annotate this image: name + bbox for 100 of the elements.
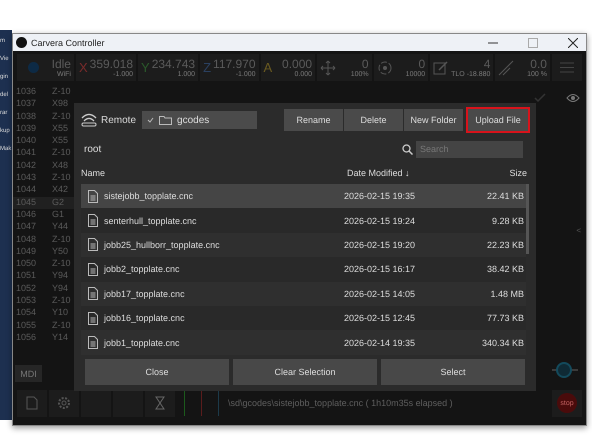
menu-button[interactable] [552, 54, 582, 81]
search-icon [402, 144, 413, 154]
file-path-text: \sd\gcodes\sistejobb_topplate.cnc ( 1h10m35s elapsed ) [228, 398, 453, 408]
line-number: 1046 [16, 208, 36, 221]
action-button[interactable]: New Folder [404, 109, 463, 131]
menu-icon [560, 62, 574, 73]
document-icon [88, 190, 98, 203]
column-header[interactable]: Date Modified ↓ [347, 168, 467, 178]
slider-thumb[interactable] [556, 362, 572, 378]
code-text: Z-10 [52, 258, 71, 270]
column-header[interactable]: Name [81, 168, 347, 178]
dialog-button[interactable]: Select [381, 359, 525, 385]
document-icon [88, 287, 98, 300]
axis-label: Z [203, 60, 212, 75]
file-row[interactable]: jobb17_topplate.cnc 2026-02-15 14:05 1.48 MB [81, 282, 526, 306]
action-button[interactable]: Delete [344, 109, 403, 131]
code-text: Y14 [52, 332, 68, 344]
file-name: jobb2_topplate.cnc [104, 264, 180, 274]
file-size: 38.42 KB [486, 264, 524, 274]
close-icon[interactable] [568, 38, 578, 48]
code-text: Y10 [52, 307, 68, 320]
remote-toggle[interactable]: Remote [81, 113, 136, 127]
line-number: 1052 [16, 282, 36, 295]
status-value: Idle [52, 56, 71, 70]
code-text: Z-10 [52, 320, 71, 332]
file-name: sistejobb_topplate.cnc [104, 191, 194, 202]
code-text: Y44 [52, 221, 68, 234]
file-row[interactable]: sistejobb_topplate.cnc 2026-02-15 19:35 22.41 KB [81, 184, 526, 208]
spindle-icon[interactable] [376, 60, 393, 76]
file-name: jobb17_topplate.cnc [104, 288, 185, 299]
status-value: 4 [484, 56, 490, 70]
document-icon [88, 238, 98, 252]
file-date: 2026-02-15 12:45 [344, 313, 416, 324]
code-text: X55 [52, 122, 68, 135]
eye-icon[interactable] [566, 93, 580, 103]
folder-icon [159, 115, 172, 125]
axis-label: X [78, 60, 88, 75]
status-value: 0.0 [530, 56, 547, 70]
line-number: 1050 [16, 258, 36, 270]
logo-icon [16, 37, 27, 48]
status-indicator-icon [28, 62, 39, 73]
code-text: Y94 [52, 282, 68, 295]
window-title: Carvera Controller [31, 38, 105, 48]
code-text: Z-10 [52, 295, 71, 308]
file-date: 2026-02-15 16:17 [344, 264, 416, 274]
check-icon [147, 117, 154, 123]
line-number: 1040 [16, 135, 36, 148]
code-text: X98 [52, 98, 68, 110]
file-name: jobb1_topplate.cnc [104, 338, 180, 348]
file-size: 22.41 KB [486, 191, 524, 202]
column-header[interactable]: Size [467, 168, 527, 178]
check-icon[interactable] [534, 93, 546, 103]
file-date: 2026-02-15 19:24 [344, 216, 416, 226]
action-button[interactable]: Upload File [466, 107, 530, 133]
tool-icon[interactable] [433, 60, 450, 76]
file-size: 9.28 KB [490, 216, 524, 226]
axis-label: A [264, 60, 272, 75]
document-icon [88, 214, 98, 228]
maximize-icon[interactable] [528, 38, 538, 48]
code-text: Z-10 [52, 110, 71, 123]
status-value: 234.743 [152, 56, 196, 70]
code-text: Y94 [52, 270, 68, 282]
line-number: 1051 [16, 270, 36, 282]
line-number: 1043 [16, 172, 36, 184]
move-arrows-icon[interactable] [320, 60, 336, 76]
line-number: 1045 [16, 196, 36, 209]
dialog-button[interactable]: Close [85, 359, 229, 385]
laser-icon[interactable] [498, 60, 514, 76]
status-value: 117.970 [213, 56, 256, 70]
line-number: 1053 [16, 295, 36, 308]
file-size: 1.48 MB [489, 288, 524, 299]
file-icon[interactable] [17, 390, 47, 416]
folder-dropdown[interactable]: gcodes [142, 111, 258, 129]
scrollbar[interactable] [526, 184, 529, 254]
status-value: 0 [418, 56, 426, 70]
line-number: 1038 [16, 110, 36, 123]
line-number: 1037 [16, 98, 36, 110]
file-row[interactable]: jobb1_topplate.cnc 2026-02-14 19:35 340.34 KB [81, 330, 526, 355]
status-value: 359.018 [90, 56, 134, 70]
dialog-button[interactable]: Clear Selection [233, 359, 377, 385]
file-name: jobb25_hullborr_topplate.cnc [104, 240, 220, 250]
line-number: 1049 [16, 246, 36, 258]
line-number: 1055 [16, 320, 36, 332]
code-text: G2 [52, 196, 64, 209]
line-number: 1036 [16, 86, 36, 98]
settings-icon[interactable] [49, 390, 79, 416]
code-text: Z-10 [52, 86, 71, 98]
action-button[interactable]: Rename [284, 109, 343, 131]
file-row[interactable]: jobb25_hullborr_topplate.cnc 2026-02-15 19:20 22.23 KB [81, 232, 526, 258]
code-text: G1 [52, 208, 64, 221]
hourglass-icon[interactable] [145, 390, 175, 416]
document-icon [88, 312, 98, 325]
file-size: 22.23 KB [486, 240, 524, 250]
line-number: 1054 [16, 307, 36, 320]
file-name: jobb16_topplate.cnc [104, 313, 185, 324]
folder-name: gcodes [177, 114, 210, 126]
file-date: 2026-02-15 19:20 [344, 240, 416, 250]
file-size: 340.34 KB [480, 338, 524, 348]
status-value: 0 [362, 56, 369, 70]
document-icon [88, 262, 98, 276]
